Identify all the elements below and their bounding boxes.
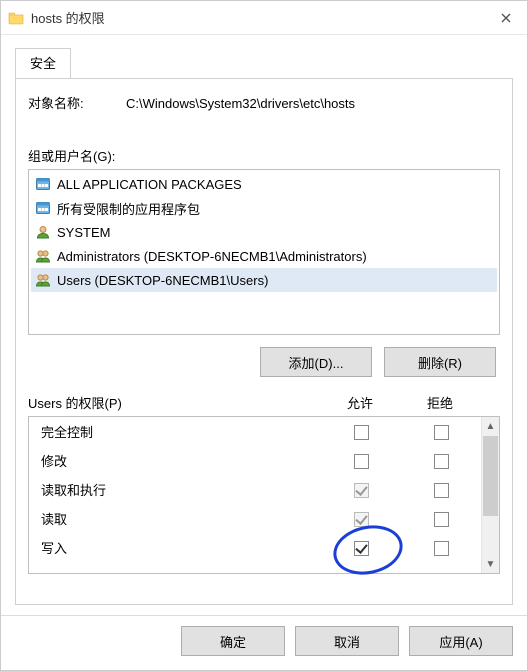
list-item-label: ALL APPLICATION PACKAGES (57, 177, 242, 192)
permission-row: 修改 (29, 446, 481, 475)
permission-name: 修改 (41, 451, 321, 470)
groups-listbox[interactable]: ALL APPLICATION PACKAGES 所有受限制的应用程序包 SYSTE… (28, 169, 500, 335)
permission-row: 读取和执行 (29, 475, 481, 504)
folder-icon (7, 9, 25, 27)
groups-label: 组或用户名(G): (28, 146, 500, 165)
permission-row: 读取 (29, 504, 481, 533)
permission-name: 读取 (41, 509, 321, 528)
window-title: hosts 的权限 (31, 8, 491, 27)
vertical-scrollbar[interactable]: ▲ ▼ (481, 417, 499, 573)
package-icon (35, 176, 51, 192)
allow-checkbox[interactable] (354, 541, 369, 556)
ok-button[interactable]: 确定 (181, 626, 285, 656)
object-name-value: C:\Windows\System32\drivers\etc\hosts (126, 96, 355, 111)
remove-button[interactable]: 删除(R) (384, 347, 496, 377)
permissions-title: Users 的权限(P) (28, 393, 320, 412)
object-name-label: 对象名称: (28, 93, 126, 112)
close-button[interactable] (491, 3, 521, 33)
permissions-listbox: 完全控制修改读取和执行读取写入 ▲ ▼ (28, 416, 500, 574)
apply-button[interactable]: 应用(A) (409, 626, 513, 656)
permission-name: 写入 (41, 538, 321, 557)
list-item[interactable]: Users (DESKTOP-6NECMB1\Users) (31, 268, 497, 292)
package-icon (35, 200, 51, 216)
allow-header: 允许 (320, 393, 400, 412)
permission-row: 写入 (29, 533, 481, 562)
deny-checkbox[interactable] (434, 425, 449, 440)
tabstrip: 安全 (1, 35, 527, 78)
add-button[interactable]: 添加(D)... (260, 347, 372, 377)
tabpage-security: 对象名称: C:\Windows\System32\drivers\etc\ho… (15, 78, 513, 605)
deny-header: 拒绝 (400, 393, 480, 412)
allow-checkbox[interactable] (354, 454, 369, 469)
deny-checkbox[interactable] (434, 541, 449, 556)
dialog-footer: 确定 取消 应用(A) (1, 615, 527, 670)
list-item-label: Users (DESKTOP-6NECMB1\Users) (57, 273, 268, 288)
list-item[interactable]: 所有受限制的应用程序包 (31, 196, 497, 220)
scroll-thumb[interactable] (483, 436, 498, 516)
list-item-label: Administrators (DESKTOP-6NECMB1\Administ… (57, 249, 367, 264)
list-item[interactable]: ALL APPLICATION PACKAGES (31, 172, 497, 196)
tab-security[interactable]: 安全 (15, 48, 71, 79)
allow-checkbox[interactable] (354, 425, 369, 440)
list-item[interactable]: SYSTEM (31, 220, 497, 244)
group-icon (35, 272, 51, 288)
allow-checkbox (354, 512, 369, 527)
permission-row: 完全控制 (29, 417, 481, 446)
allow-checkbox (354, 483, 369, 498)
list-item-label: 所有受限制的应用程序包 (57, 199, 200, 218)
permission-name: 完全控制 (41, 422, 321, 441)
titlebar: hosts 的权限 (1, 1, 527, 35)
user-icon (35, 224, 51, 240)
permission-name: 读取和执行 (41, 480, 321, 499)
cancel-button[interactable]: 取消 (295, 626, 399, 656)
deny-checkbox[interactable] (434, 454, 449, 469)
deny-checkbox[interactable] (434, 483, 449, 498)
group-icon (35, 248, 51, 264)
list-item-label: SYSTEM (57, 225, 110, 240)
list-item[interactable]: Administrators (DESKTOP-6NECMB1\Administ… (31, 244, 497, 268)
deny-checkbox[interactable] (434, 512, 449, 527)
scroll-down-icon[interactable]: ▼ (482, 555, 499, 573)
scroll-up-icon[interactable]: ▲ (482, 417, 499, 435)
